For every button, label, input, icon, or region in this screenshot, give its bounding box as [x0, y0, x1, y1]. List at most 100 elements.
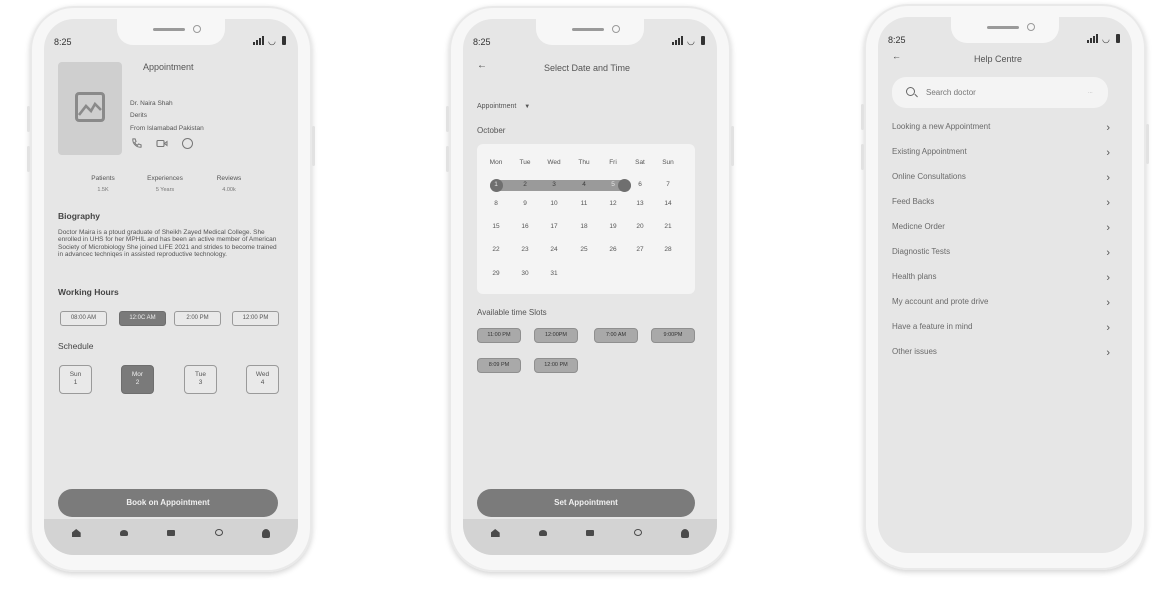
help-topic-item[interactable]: Diagnostic Tests ›: [892, 247, 1110, 261]
time-slot[interactable]: 7:00 AM: [594, 328, 638, 343]
chat-icon[interactable]: [167, 530, 176, 536]
status-bar: 8:25 ◡: [54, 36, 286, 49]
help-topic-label: Diagnostic Tests: [892, 247, 951, 256]
help-topic-item[interactable]: Online Consultations ›: [892, 172, 1110, 186]
calendar-day[interactable]: 21: [656, 223, 680, 230]
phone-appointment-profile: 8:25 ◡ Appointment Dr. Naira Shah Derits…: [27, 6, 315, 572]
home-icon[interactable]: [490, 529, 500, 537]
chat-icon[interactable]: [586, 530, 595, 536]
schedule-day-date: 3: [198, 379, 203, 386]
doctor-specialty: Derits: [130, 112, 147, 119]
help-topic-item[interactable]: Looking a new Appointment ›: [892, 122, 1110, 136]
battery-icon: [701, 36, 705, 45]
working-hour-option[interactable]: 08:00 AM: [60, 311, 107, 326]
back-arrow-icon[interactable]: ←: [892, 51, 901, 61]
calendar-day[interactable]: 1: [484, 181, 508, 188]
help-topic-item[interactable]: Have a feature in mind ›: [892, 322, 1110, 336]
month-label: October: [477, 126, 506, 135]
help-topic-item[interactable]: Existing Appointment ›: [892, 147, 1110, 161]
heart-icon[interactable]: [539, 530, 548, 536]
speaker: [572, 28, 604, 31]
help-topic-label: Feed Backs: [892, 197, 935, 206]
working-hour-option[interactable]: 2:00 PM: [174, 311, 221, 326]
working-hour-option-selected[interactable]: 12:0C AM: [119, 311, 166, 326]
calendar-day[interactable]: 19: [601, 223, 625, 230]
doctor-location: From Islamabad Pakistan: [130, 125, 204, 132]
book-appointment-button[interactable]: Book on Appointment: [58, 489, 278, 517]
bubble-icon[interactable]: [633, 529, 642, 536]
calendar-day[interactable]: 18: [572, 223, 596, 230]
signal-icon: [672, 36, 683, 45]
calendar-day[interactable]: 27: [628, 246, 652, 253]
back-arrow-icon[interactable]: ←: [477, 60, 487, 71]
help-topic-label: Other issues: [892, 347, 937, 356]
set-appointment-button[interactable]: Set Appointment: [477, 489, 695, 517]
help-topic-item[interactable]: Medicne Order ›: [892, 222, 1110, 236]
calendar-day[interactable]: 15: [484, 223, 508, 230]
home-icon[interactable]: [71, 529, 81, 537]
help-topic-item[interactable]: My account and prote drive ›: [892, 297, 1110, 311]
bubble-icon[interactable]: [214, 529, 223, 536]
time-slot[interactable]: 8:09 PM: [477, 358, 521, 373]
calendar-day[interactable]: 10: [542, 200, 566, 207]
calendar-day[interactable]: 14: [656, 200, 680, 207]
calendar-day[interactable]: 28: [656, 246, 680, 253]
status-time: 8:25: [473, 37, 491, 47]
stat-reviews-label: Reviews: [216, 175, 242, 182]
options-icon[interactable]: ⋯: [1088, 90, 1094, 96]
calendar-day[interactable]: 6: [628, 181, 652, 188]
calendar-day[interactable]: 13: [628, 200, 652, 207]
calendar-day[interactable]: 26: [601, 246, 625, 253]
time-slot[interactable]: 12:00PM: [534, 328, 578, 343]
calendar-day[interactable]: 16: [513, 223, 537, 230]
help-topic-item[interactable]: Feed Backs ›: [892, 197, 1110, 211]
calendar-day[interactable]: 20: [628, 223, 652, 230]
calendar-day[interactable]: 25: [572, 246, 596, 253]
time-slot[interactable]: 12:00 PM: [534, 358, 578, 373]
calendar-day[interactable]: 29: [484, 270, 508, 277]
schedule-day[interactable]: Wed 4: [246, 365, 279, 394]
heart-icon[interactable]: [120, 530, 129, 536]
calendar-day[interactable]: 11: [572, 200, 596, 207]
working-hour-option[interactable]: 12:00 PM: [232, 311, 279, 326]
calendar-day[interactable]: 22: [484, 246, 508, 253]
schedule-day-date: 1: [73, 379, 78, 386]
help-topic-label: Online Consultations: [892, 172, 966, 181]
calendar-day[interactable]: 12: [601, 200, 625, 207]
calendar-day[interactable]: 5: [601, 181, 625, 188]
help-topic-label: Medicne Order: [892, 222, 945, 231]
calendar-day[interactable]: 4: [572, 181, 596, 188]
chevron-right-icon: ›: [1106, 272, 1110, 284]
schedule-day-name: Sun: [69, 371, 82, 378]
search-bar[interactable]: ⋯: [892, 77, 1108, 108]
time-slots-heading: Available time Slots: [477, 308, 547, 317]
phone-call-icon[interactable]: [131, 138, 142, 149]
time-slot[interactable]: 9:00PM: [651, 328, 695, 343]
schedule-day[interactable]: Tue 3: [184, 365, 217, 394]
message-icon[interactable]: [182, 138, 193, 149]
calendar-day[interactable]: 30: [513, 270, 537, 277]
calendar-day[interactable]: 17: [542, 223, 566, 230]
caret-down-icon: ▼: [524, 104, 531, 110]
appointment-dropdown[interactable]: Appointment ▼: [477, 103, 530, 110]
calendar-day[interactable]: 23: [513, 246, 537, 253]
help-topic-item[interactable]: Health plans ›: [892, 272, 1110, 286]
calendar-day[interactable]: 24: [542, 246, 566, 253]
video-call-icon[interactable]: [156, 138, 168, 149]
help-topic-item[interactable]: Other issues ›: [892, 347, 1110, 361]
schedule-day-selected[interactable]: Mor 2: [121, 365, 154, 394]
calendar-day[interactable]: 9: [513, 200, 537, 207]
schedule-day[interactable]: Sun 1: [59, 365, 92, 394]
user-icon[interactable]: [681, 529, 690, 538]
calendar-day[interactable]: 8: [484, 200, 508, 207]
calendar-day[interactable]: 7: [656, 181, 680, 188]
calendar-day[interactable]: 31: [542, 270, 566, 277]
calendar-day[interactable]: 2: [513, 181, 537, 188]
user-icon[interactable]: [262, 529, 271, 538]
time-slot[interactable]: 11:00 PM: [477, 328, 521, 343]
stat-patients-value: 1.5K: [97, 187, 109, 193]
camera: [193, 25, 201, 33]
wifi-icon: ◡: [1102, 33, 1110, 44]
calendar-day[interactable]: 3: [542, 181, 566, 188]
search-input[interactable]: [926, 85, 1076, 100]
